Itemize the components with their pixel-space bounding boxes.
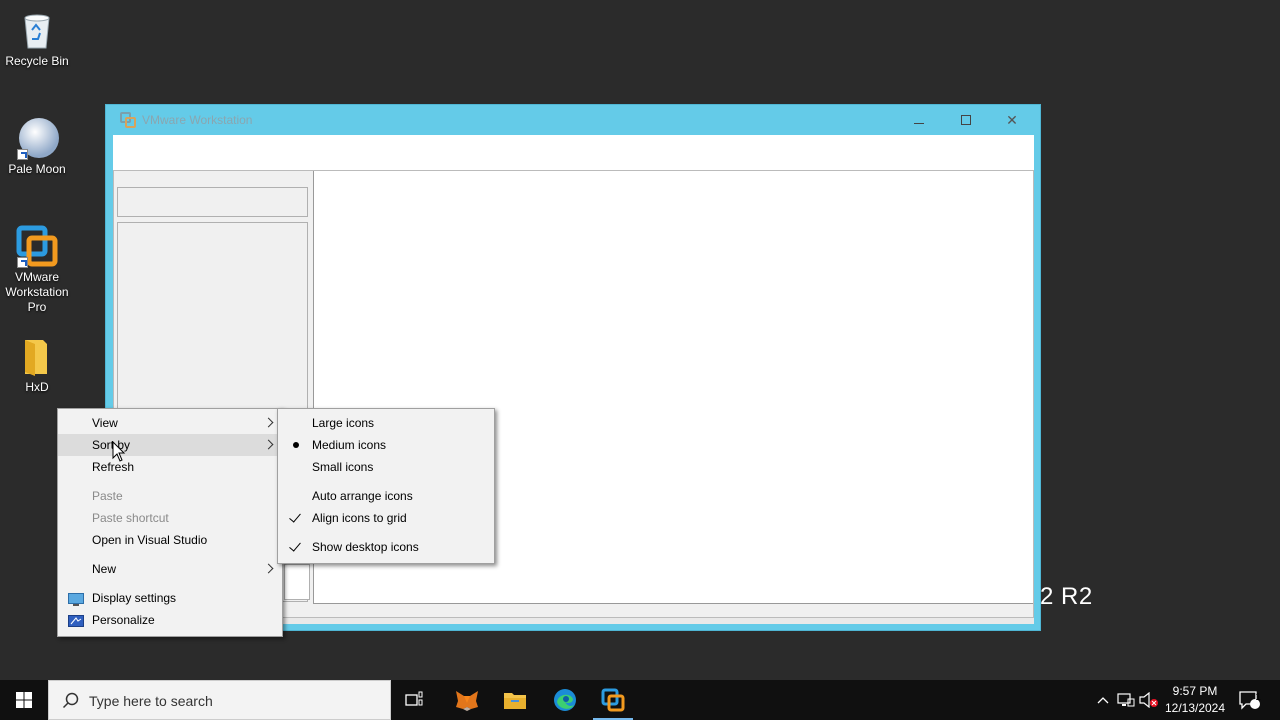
action-center-button[interactable]: 1 — [1234, 680, 1264, 720]
radio-bullet-icon — [293, 442, 299, 448]
desktop-icon-label: HxD — [25, 380, 49, 394]
library-footer-box — [284, 564, 310, 600]
menu-item-display-settings[interactable]: Display settings — [58, 587, 282, 609]
chevron-right-icon — [263, 417, 274, 428]
notification-count: 1 — [1255, 692, 1261, 703]
desktop-context-menu: View Sort by Refresh Paste Paste shortcu… — [57, 408, 283, 637]
shortcut-arrow-icon — [17, 149, 28, 160]
edge-icon — [554, 689, 576, 711]
taskbar-search-box[interactable]: Type here to search — [48, 680, 391, 720]
menu-item-label: Auto arrange icons — [312, 489, 413, 503]
desktop-icon-pale-moon[interactable]: Pale Moon — [4, 116, 70, 177]
menu-item-label: Small icons — [312, 460, 374, 474]
submenu-item-align-icons-to-grid[interactable]: Align icons to grid — [278, 507, 494, 529]
menu-item-label: View — [92, 416, 118, 430]
menu-item-label: Display settings — [92, 591, 177, 605]
title-bar[interactable]: VMware Workstation ✕ — [106, 105, 1040, 135]
search-placeholder: Type here to search — [89, 693, 213, 709]
checkmark-icon — [289, 539, 301, 552]
menu-item-label: Personalize — [92, 613, 155, 627]
submenu-item-medium-icons[interactable]: Medium icons — [278, 434, 494, 456]
show-hidden-icons-button[interactable] — [1094, 680, 1112, 720]
menu-item-refresh[interactable]: Refresh — [58, 456, 282, 478]
maximize-button[interactable] — [943, 105, 989, 135]
chevron-up-icon — [1097, 697, 1109, 704]
menu-item-label: Paste shortcut — [92, 511, 169, 525]
network-button[interactable] — [1116, 680, 1136, 720]
minimize-button[interactable] — [896, 105, 942, 135]
vmware-icon — [15, 224, 59, 268]
clock-date: 12/13/2024 — [1164, 701, 1226, 715]
menu-item-label: Medium icons — [312, 438, 387, 452]
taskbar: Type here to search 9:57 PM 12/13/2024 1 — [0, 680, 1280, 720]
desktop-icon-label: Recycle Bin — [5, 54, 69, 68]
library-search-box[interactable] — [117, 187, 308, 217]
minimize-icon — [914, 122, 924, 124]
submenu-item-show-desktop-icons[interactable]: Show desktop icons — [278, 536, 494, 558]
desktop-icon-recycle-bin[interactable]: Recycle Bin — [4, 8, 70, 69]
window-title: VMware Workstation — [142, 113, 253, 127]
maximize-icon — [961, 115, 971, 125]
taskbar-app-edge[interactable] — [541, 680, 589, 720]
menu-item-new[interactable]: New — [58, 558, 282, 580]
search-icon — [62, 692, 80, 710]
taskbar-app-vmware[interactable] — [589, 680, 637, 720]
volume-muted-icon — [1139, 692, 1158, 708]
menu-item-view[interactable]: View — [58, 412, 282, 434]
file-explorer-icon — [504, 693, 526, 709]
task-view-icon — [405, 691, 423, 706]
recycle-bin-icon — [15, 8, 59, 52]
windows-logo-icon — [16, 692, 32, 708]
taskbar-clock[interactable]: 9:57 PM 12/13/2024 — [1160, 683, 1230, 717]
menu-item-personalize[interactable]: Personalize — [58, 609, 282, 631]
shortcut-arrow-icon — [17, 257, 28, 268]
menu-item-paste[interactable]: Paste — [58, 485, 282, 507]
menu-item-label: Open in Visual Studio — [92, 533, 208, 547]
mouse-cursor-icon — [112, 440, 126, 463]
taskbar-app-metamask[interactable] — [443, 680, 491, 720]
os-watermark: 2 R2 — [1040, 583, 1093, 610]
clock-time: 9:57 PM — [1172, 684, 1218, 698]
menu-item-label: Align icons to grid — [312, 511, 407, 525]
menu-item-label: New — [92, 562, 117, 576]
metamask-fox-icon — [456, 691, 478, 711]
desktop-icon-vmware[interactable]: VMware Workstation Pro — [4, 224, 70, 315]
personalize-icon — [68, 613, 84, 627]
chevron-right-icon — [263, 563, 274, 574]
vmware-icon — [601, 688, 625, 712]
task-view-button[interactable] — [391, 680, 439, 720]
desktop-icon-label: VMware Workstation Pro — [5, 270, 69, 314]
checkmark-icon — [289, 510, 301, 523]
taskbar-app-file-explorer[interactable] — [491, 680, 539, 720]
desktop-icon-hxd[interactable]: HxD — [4, 334, 70, 395]
submenu-item-auto-arrange-icons[interactable]: Auto arrange icons — [278, 485, 494, 507]
chevron-right-icon — [263, 439, 274, 450]
menu-item-open-in-visual-studio[interactable]: Open in Visual Studio — [58, 529, 282, 551]
view-submenu: Large icons Medium icons Small icons Aut… — [277, 408, 495, 564]
menu-item-sort-by[interactable]: Sort by — [58, 434, 282, 456]
pale-moon-icon — [15, 116, 59, 160]
start-button[interactable] — [0, 680, 48, 720]
close-icon: ✕ — [1006, 111, 1018, 128]
close-button[interactable]: ✕ — [989, 105, 1035, 135]
vmware-icon — [120, 112, 136, 128]
submenu-item-large-icons[interactable]: Large icons — [278, 412, 494, 434]
desktop-icon-label: Pale Moon — [8, 162, 66, 176]
display-settings-icon — [68, 591, 84, 606]
menu-item-label: Show desktop icons — [312, 540, 419, 554]
menu-item-paste-shortcut[interactable]: Paste shortcut — [58, 507, 282, 529]
folder-icon — [15, 334, 59, 378]
network-icon — [1117, 693, 1135, 707]
volume-button[interactable] — [1138, 680, 1160, 720]
toolbar-area — [113, 135, 1034, 170]
menu-item-label: Paste — [92, 489, 123, 503]
submenu-item-small-icons[interactable]: Small icons — [278, 456, 494, 478]
menu-item-label: Large icons — [312, 416, 375, 430]
